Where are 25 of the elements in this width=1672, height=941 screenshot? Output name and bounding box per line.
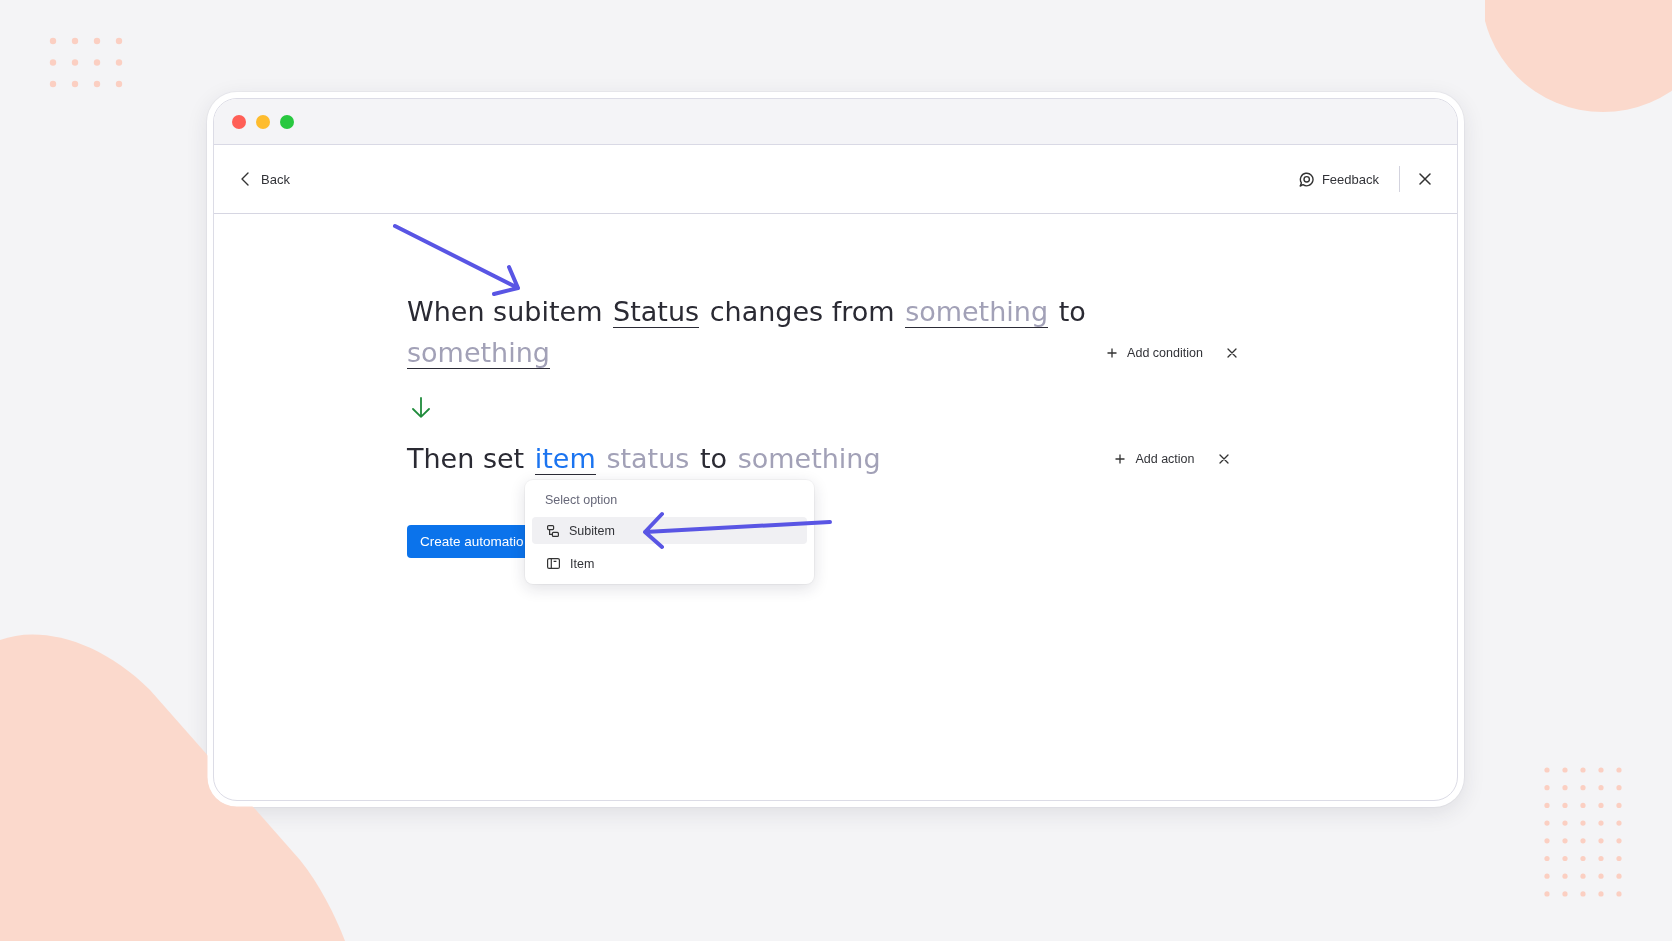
sentence-text: changes from [709, 296, 895, 327]
window-control-button[interactable] [232, 114, 246, 129]
back-button[interactable]: Back [241, 167, 290, 191]
plus-icon [1107, 347, 1118, 358]
close-icon [1419, 173, 1431, 185]
add-condition-button[interactable]: Add condition [1107, 342, 1203, 363]
sentence-text: to [1058, 296, 1086, 327]
chevron-left-icon [241, 172, 249, 186]
create-automation-button[interactable]: Create automatio [407, 525, 526, 558]
plus-icon [1115, 453, 1126, 464]
close-icon [1218, 453, 1229, 464]
sentence-text: Then set [407, 443, 525, 474]
panel-icon [547, 558, 560, 569]
menu-option[interactable]: Item [532, 550, 807, 577]
field-link[interactable]: item [534, 443, 596, 475]
sentence-text: When subitem [407, 296, 603, 327]
feedback-button[interactable]: Feedback [1298, 167, 1379, 191]
sentence-text: to [699, 443, 728, 474]
field-link[interactable]: Status [613, 296, 700, 328]
arrow-down-icon [411, 397, 431, 418]
close-icon [1226, 347, 1237, 358]
add-action-button[interactable]: Add action [1115, 448, 1195, 469]
hierarchy-icon [547, 524, 559, 537]
chat-bubble-icon [1298, 171, 1314, 187]
menu-title: Select option [544, 492, 619, 508]
